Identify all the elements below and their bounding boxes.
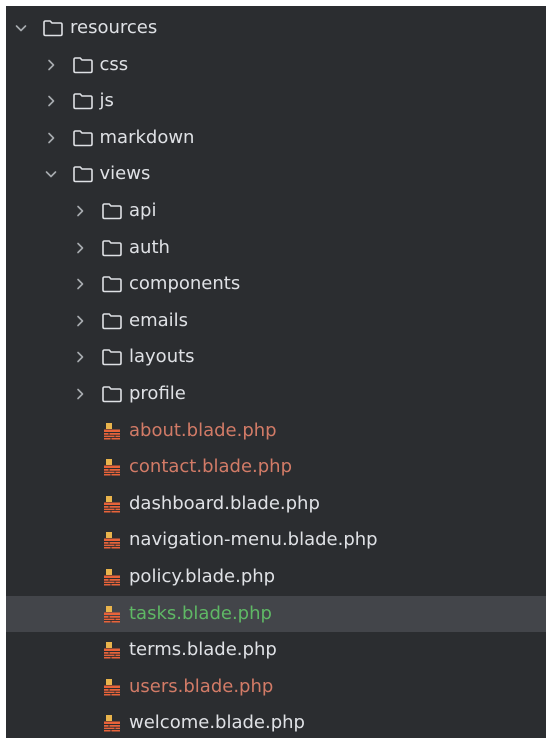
screenshot-frame: resources css js markdown views api auth compon…	[0, 0, 548, 738]
folder-icon	[72, 128, 94, 148]
chevron-right-icon[interactable]	[73, 314, 87, 328]
tree-item-label: auth	[129, 236, 170, 258]
tree-folder-js[interactable]: js	[6, 83, 546, 119]
tree-folder-views[interactable]: views	[6, 156, 546, 192]
laravel-blade-file-icon	[101, 457, 123, 477]
tree-folder-resources[interactable]: resources	[6, 10, 546, 46]
tree-item-label: api	[129, 200, 157, 221]
tree-folder-layouts[interactable]: layouts	[6, 339, 546, 375]
laravel-blade-file-icon	[101, 677, 123, 697]
laravel-blade-file-icon	[101, 494, 123, 514]
tree-item-label: users.blade.php	[129, 675, 274, 697]
tree-file-tasks-blade-php[interactable]: tasks.blade.php	[6, 595, 546, 632]
folder-icon	[101, 347, 123, 367]
tree-file-users-blade-php[interactable]: users.blade.php	[6, 669, 546, 705]
tree-item-label: tasks.blade.php	[129, 602, 272, 624]
folder-icon	[72, 91, 94, 111]
chevron-right-icon[interactable]	[73, 277, 87, 291]
tree-file-contact-blade-php[interactable]: contact.blade.php	[6, 449, 546, 485]
tree-folder-css[interactable]: css	[6, 47, 546, 83]
folder-icon	[101, 274, 123, 294]
tree-item-label: css	[99, 53, 129, 75]
tree-item-label: profile	[129, 383, 186, 404]
chevron-right-icon[interactable]	[73, 204, 87, 218]
tree-item-label: about.blade.php	[129, 419, 277, 441]
project-tree[interactable]: resources css js markdown views api auth compon…	[6, 6, 546, 738]
chevron-right-icon[interactable]	[73, 387, 87, 401]
tree-folder-api[interactable]: api	[6, 193, 546, 229]
laravel-blade-file-icon	[101, 530, 123, 550]
chevron-down-icon[interactable]	[14, 21, 28, 35]
folder-icon	[101, 238, 123, 258]
tree-file-terms-blade-php[interactable]: terms.blade.php	[6, 632, 546, 668]
laravel-blade-file-icon	[101, 713, 123, 733]
tree-item-label: dashboard.blade.php	[129, 492, 320, 514]
folder-icon	[72, 55, 94, 75]
chevron-down-icon[interactable]	[44, 167, 58, 181]
chevron-right-icon[interactable]	[73, 350, 87, 364]
tree-file-about-blade-php[interactable]: about.blade.php	[6, 413, 546, 449]
laravel-blade-file-icon	[101, 640, 123, 660]
tree-item-label: emails	[129, 309, 189, 331]
tree-file-policy-blade-php[interactable]: policy.blade.php	[6, 559, 546, 595]
tree-item-label: views	[99, 163, 151, 185]
folder-icon	[101, 384, 123, 404]
tree-item-label: resources	[70, 17, 158, 38]
chevron-right-icon[interactable]	[44, 94, 58, 108]
tree-folder-emails[interactable]: emails	[6, 303, 546, 339]
chevron-right-icon[interactable]	[44, 58, 58, 72]
laravel-blade-file-icon	[101, 604, 123, 624]
folder-icon	[101, 201, 123, 221]
tree-file-dashboard-blade-php[interactable]: dashboard.blade.php	[6, 486, 546, 522]
tree-file-welcome-blade-php[interactable]: welcome.blade.php	[6, 705, 546, 738]
tree-folder-components[interactable]: components	[6, 266, 546, 302]
tree-folder-auth[interactable]: auth	[6, 230, 546, 266]
tree-file-navigation-menu-blade-php[interactable]: navigation-menu.blade.php	[6, 522, 546, 558]
chevron-right-icon[interactable]	[44, 131, 58, 145]
tree-item-label: navigation-menu.blade.php	[129, 529, 378, 551]
tree-folder-markdown[interactable]: markdown	[6, 120, 546, 156]
laravel-blade-file-icon	[101, 567, 123, 587]
tree-item-label: contact.blade.php	[129, 456, 293, 478]
laravel-blade-file-icon	[101, 421, 123, 441]
chevron-right-icon[interactable]	[73, 241, 87, 255]
tree-item-label: components	[129, 273, 241, 295]
tree-item-label: markdown	[99, 126, 195, 148]
tree-item-label: terms.blade.php	[129, 639, 277, 661]
folder-icon	[101, 311, 123, 331]
folder-icon	[72, 164, 94, 184]
tree-item-label: policy.blade.php	[129, 566, 276, 587]
tree-item-label: js	[99, 90, 114, 112]
tree-folder-profile[interactable]: profile	[6, 376, 546, 412]
tree-item-label: welcome.blade.php	[129, 712, 305, 734]
folder-icon	[42, 18, 64, 38]
tree-item-label: layouts	[129, 346, 195, 368]
